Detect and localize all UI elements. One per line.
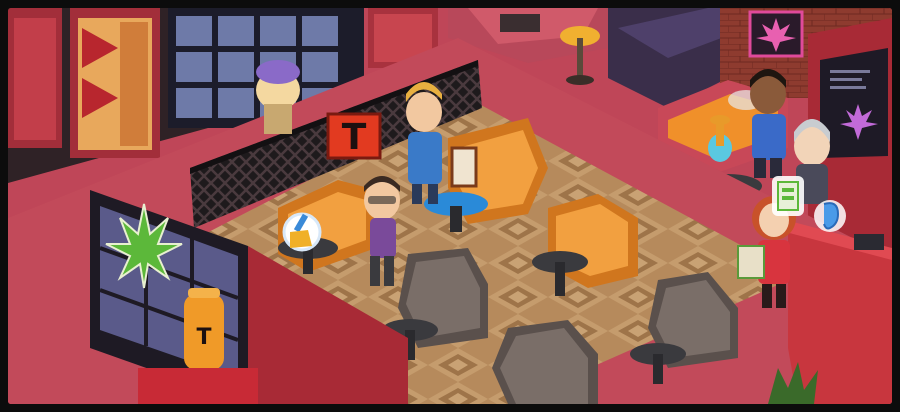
game-scene[interactable]: T T — [8, 8, 892, 404]
ear-listen-bubble[interactable] — [814, 200, 846, 232]
menu-card-icon — [777, 181, 799, 211]
menu-order-bubble[interactable] — [772, 176, 804, 216]
bottle-letter: T — [196, 325, 211, 350]
front-counter — [138, 368, 258, 404]
wall-cabinet-left — [8, 8, 160, 158]
orange-bottle: T — [184, 288, 224, 370]
broom-cleaning-bubble[interactable] — [282, 212, 322, 252]
wall-sign-letter: T — [342, 117, 367, 158]
game-viewport[interactable]: T T — [8, 8, 892, 404]
wall-sign-t: T — [326, 112, 382, 160]
neon-sign — [748, 10, 804, 58]
